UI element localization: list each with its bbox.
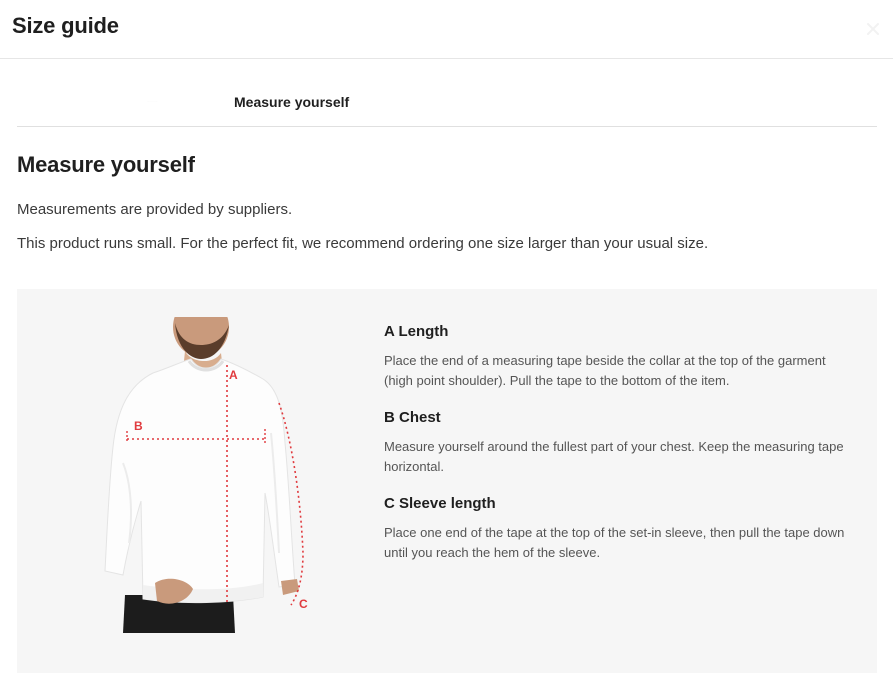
marker-c: C (299, 597, 308, 611)
measurement-chest-text: Measure yourself around the fullest part… (384, 439, 844, 474)
measurement-sleeve-title: C Sleeve length (384, 495, 496, 512)
measurement-length: A Length Place the end of a measuring ta… (384, 323, 854, 391)
modal-header: Size guide (0, 0, 893, 59)
measurement-length-title: A Length (384, 323, 449, 340)
tab-product-measurements[interactable]: Product measurements (147, 78, 207, 126)
measurement-length-text: Place the end of a measuring tape beside… (384, 353, 826, 388)
measurement-panel: A B C A Length Place the end of a measur… (17, 289, 877, 673)
marker-a: A (229, 368, 238, 382)
sweatshirt-measurement-image: A B C (83, 313, 323, 633)
measurement-chest: B Chest Measure yourself around the full… (384, 409, 854, 477)
marker-b: B (134, 419, 143, 433)
fit-advice: This product runs small. For the perfect… (17, 235, 709, 252)
measurement-sleeve: C Sleeve length Place one end of the tap… (384, 495, 854, 563)
tab-bar: Product measurements Measure yourself (17, 78, 877, 127)
section-title: Measure yourself (17, 152, 195, 177)
close-button[interactable] (861, 14, 885, 44)
tab-measure-yourself[interactable]: Measure yourself (234, 78, 349, 126)
close-icon (867, 23, 879, 35)
measurement-sleeve-text: Place one end of the tape at the top of … (384, 525, 845, 560)
measurement-chest-title: B Chest (384, 409, 441, 426)
modal-title: Size guide (12, 13, 119, 38)
supplier-note: Measurements are provided by suppliers. (17, 201, 293, 218)
